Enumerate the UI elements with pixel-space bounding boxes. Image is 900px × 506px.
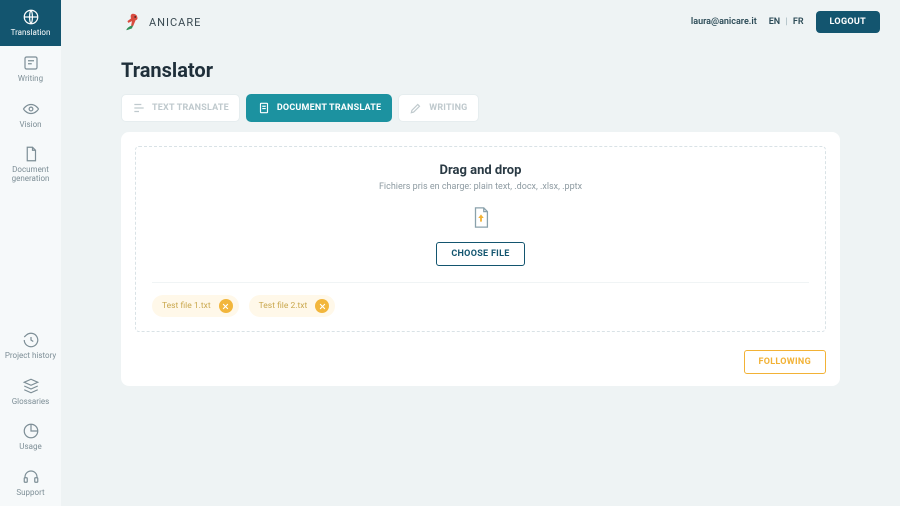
choose-file-button[interactable]: CHOOSE FILE <box>436 242 524 266</box>
upload-card: Drag and drop Fichiers pris en charge: p… <box>121 132 840 386</box>
brand-name: ANICARE <box>149 16 201 29</box>
dropzone-subtitle: Fichiers pris en charge: plain text, .do… <box>379 182 582 192</box>
tab-label: TEXT TRANSLATE <box>152 103 229 113</box>
document-icon <box>22 145 40 163</box>
lang-en[interactable]: EN <box>769 17 780 27</box>
eye-icon <box>22 100 40 118</box>
sidebar-item-vision[interactable]: Vision <box>0 92 61 138</box>
sidebar-item-label: Document generation <box>2 166 59 184</box>
sidebar: Translation Writing Vision Document gene… <box>0 0 61 506</box>
sidebar-item-label: Glossaries <box>12 398 50 407</box>
sidebar-item-support[interactable]: Support <box>0 460 61 506</box>
language-switch: EN | FR <box>769 17 804 27</box>
sidebar-item-label: Support <box>16 489 44 498</box>
content: Translator TEXT TRANSLATE DOCUMENT TRANS… <box>61 44 900 386</box>
globe-icon <box>22 8 40 26</box>
sidebar-item-label: Usage <box>19 443 41 452</box>
headset-icon <box>22 468 40 486</box>
file-chip-label: Test file 2.txt <box>259 301 308 311</box>
sidebar-item-usage[interactable]: Usage <box>0 414 61 460</box>
sidebar-item-project-history[interactable]: Project history <box>0 323 61 369</box>
tab-writing[interactable]: WRITING <box>398 94 478 122</box>
page-title: Translator <box>121 58 840 82</box>
text-icon <box>132 101 146 115</box>
pencil-icon <box>409 101 423 115</box>
brand: ANICARE <box>121 11 201 33</box>
main: ANICARE laura@anicare.it EN | FR LOGOUT … <box>61 0 900 506</box>
following-button[interactable]: FOLLOWING <box>744 350 827 374</box>
writing-icon <box>22 54 40 72</box>
sidebar-item-label: Translation <box>11 29 51 38</box>
file-chip-list: Test file 1.txt Test file 2.txt <box>152 282 809 317</box>
tab-text-translate[interactable]: TEXT TRANSLATE <box>121 94 240 122</box>
history-icon <box>22 331 40 349</box>
sidebar-item-label: Vision <box>19 121 41 130</box>
upload-file-icon <box>470 206 492 230</box>
file-chip: Test file 1.txt <box>152 295 239 317</box>
sidebar-item-document-generation[interactable]: Document generation <box>0 137 61 192</box>
dropzone-title: Drag and drop <box>440 163 522 178</box>
layers-icon <box>22 377 40 395</box>
file-chip-remove[interactable] <box>219 299 233 313</box>
tab-document-translate[interactable]: DOCUMENT TRANSLATE <box>246 94 392 122</box>
card-footer: FOLLOWING <box>135 350 826 374</box>
file-chip-remove[interactable] <box>315 299 329 313</box>
parrot-icon <box>121 11 143 33</box>
lang-fr[interactable]: FR <box>793 17 804 27</box>
sidebar-item-label: Writing <box>18 75 43 84</box>
sidebar-item-translation[interactable]: Translation <box>0 0 61 46</box>
pie-chart-icon <box>22 422 40 440</box>
file-chip: Test file 2.txt <box>249 295 336 317</box>
lang-separator: | <box>785 17 787 27</box>
dropzone[interactable]: Drag and drop Fichiers pris en charge: p… <box>135 146 826 332</box>
document-icon <box>257 101 271 115</box>
user-email: laura@anicare.it <box>691 17 757 27</box>
tab-label: DOCUMENT TRANSLATE <box>277 103 381 113</box>
tab-label: WRITING <box>429 103 467 113</box>
file-chip-label: Test file 1.txt <box>162 301 211 311</box>
sidebar-item-label: Project history <box>5 352 56 361</box>
tabs: TEXT TRANSLATE DOCUMENT TRANSLATE WRITIN… <box>121 94 840 122</box>
sidebar-item-glossaries[interactable]: Glossaries <box>0 369 61 415</box>
topbar: ANICARE laura@anicare.it EN | FR LOGOUT <box>61 0 900 44</box>
sidebar-item-writing[interactable]: Writing <box>0 46 61 92</box>
logout-button[interactable]: LOGOUT <box>816 11 880 33</box>
